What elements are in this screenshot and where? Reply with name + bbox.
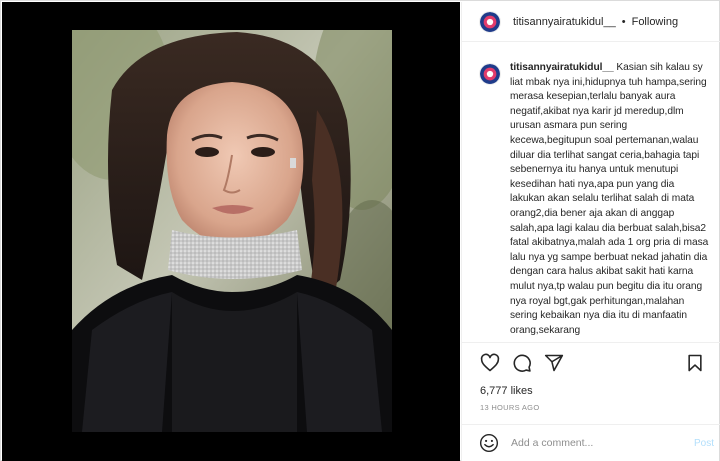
comment-bar: Post: [462, 424, 720, 461]
caption-author-avatar[interactable]: [479, 63, 501, 85]
action-bar: [462, 342, 720, 382]
separator-dot: •: [621, 15, 626, 28]
comment-input[interactable]: [511, 437, 681, 449]
post-sidebar: titisannyairatukidul__ • Following titis…: [461, 2, 720, 461]
caption-username-link[interactable]: titisannyairatukidul__: [510, 62, 614, 73]
share-icon[interactable]: [544, 353, 564, 373]
instagram-post-window: titisannyairatukidul__ • Following titis…: [0, 0, 720, 461]
post-media[interactable]: [2, 2, 460, 461]
following-button[interactable]: Following: [632, 16, 678, 28]
comment-icon[interactable]: [512, 353, 532, 373]
woman-portrait-image: [72, 30, 392, 432]
emoji-icon[interactable]: [479, 433, 499, 453]
post-comment-button[interactable]: Post: [694, 438, 714, 449]
author-avatar[interactable]: [479, 10, 501, 33]
author-username-link[interactable]: titisannyairatukidul__: [513, 16, 616, 28]
post-timestamp[interactable]: 13 HOURS AGO: [480, 403, 539, 412]
likes-count[interactable]: 6,777 likes: [480, 385, 533, 397]
caption-text: titisannyairatukidul__ Kasian sih kalau …: [510, 61, 710, 342]
caption-body: Kasian sih kalau sy liat mbak nya ini,hi…: [510, 62, 709, 336]
caption-section: titisannyairatukidul__ Kasian sih kalau …: [462, 43, 720, 342]
avatar-image: [480, 11, 500, 32]
avatar-image: [480, 64, 500, 84]
bookmark-icon[interactable]: [685, 353, 705, 373]
heart-icon[interactable]: [480, 353, 500, 373]
post-header: titisannyairatukidul__ • Following: [462, 2, 720, 42]
post-photo: [72, 30, 392, 432]
